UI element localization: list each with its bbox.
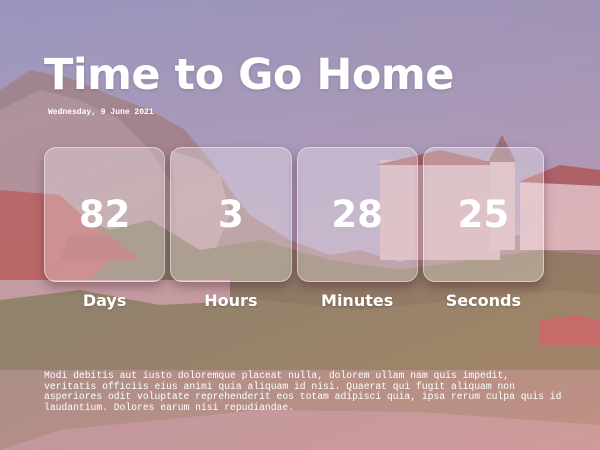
days-card: 82 — [44, 147, 166, 282]
seconds-card: 25 — [422, 147, 544, 282]
hours-value: 3 — [218, 193, 244, 236]
countdown-labels: Days Hours Minutes Seconds — [44, 291, 544, 310]
seconds-label: Seconds — [445, 291, 521, 310]
minutes-card: 28 — [296, 147, 418, 282]
page-title: Time to Go Home — [44, 50, 454, 100]
days-label: Days — [82, 291, 127, 310]
hours-label: Hours — [204, 291, 258, 310]
current-date: Wednesday, 9 June 2021 — [48, 108, 154, 117]
minutes-label: Minutes — [321, 291, 394, 310]
seconds-value: 25 — [457, 193, 510, 236]
countdown-cards: 82 3 28 25 — [44, 147, 544, 282]
minutes-value: 28 — [331, 193, 383, 236]
hours-card: 3 — [170, 147, 292, 282]
days-value: 82 — [78, 193, 131, 236]
body-paragraph: Modi debitis aut iusto doloremque placea… — [44, 370, 562, 413]
